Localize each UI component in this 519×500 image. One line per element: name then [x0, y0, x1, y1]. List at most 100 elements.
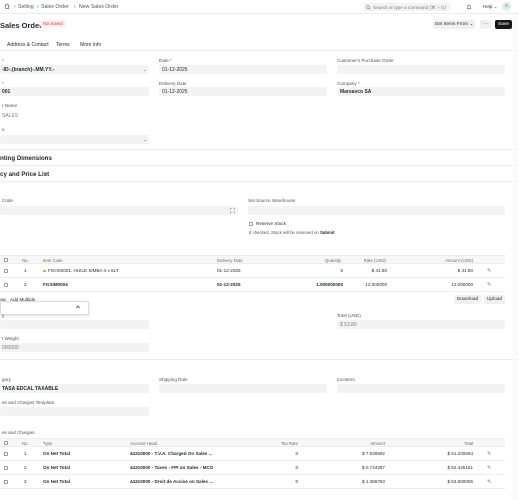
help-dropdown[interactable]: Help ⌄ — [483, 4, 498, 10]
col-rate: Rate (USD) — [363, 258, 386, 263]
breadcrumb-selling[interactable]: Selling — [18, 4, 34, 10]
row-checkbox[interactable] — [4, 466, 8, 470]
row-quantity[interactable]: 5 — [300, 268, 343, 273]
edit-row-icon[interactable]: ✎ — [487, 268, 491, 274]
chevron-down-icon[interactable]: ⌄ — [44, 154, 48, 160]
chevron-down-icon: ⌄ — [143, 66, 147, 72]
series-select[interactable]: -ID-.{branch}-.MM.YY.- ⌄ — [0, 65, 149, 74]
breadcrumb-sales-order[interactable]: Sales Order — [41, 4, 69, 10]
incoterm-input[interactable] — [337, 384, 505, 393]
row-checkbox[interactable] — [4, 269, 8, 273]
bell-icon[interactable] — [466, 4, 472, 12]
date-value: 01-12-2025 — [162, 67, 188, 73]
tab-terms[interactable]: Terms — [56, 42, 70, 48]
col-no: No. — [22, 258, 29, 263]
row-item-code[interactable]: FGSIM0004 — [43, 282, 68, 287]
table-row[interactable]: 3 On Net Total 44310000 - Droit de Accis… — [0, 475, 505, 489]
row-amount: $ 7.530692 — [362, 451, 385, 456]
incoterm-label: Incoterm — [337, 377, 355, 382]
avatar[interactable]: A — [502, 2, 511, 11]
row-total: $ 53.800005 — [447, 479, 473, 484]
company-value: Marsavco SA — [340, 89, 372, 95]
source-warehouse-input[interactable] — [248, 206, 505, 215]
col-type: Type — [43, 441, 53, 446]
stock-indicator-icon — [43, 269, 46, 272]
row-type[interactable]: On Net Total — [43, 465, 70, 470]
row-account-head[interactable]: 44310000 - T.V.A. Charged On Sales ... — [130, 451, 213, 456]
chevron-down-icon: ⌄ — [469, 22, 474, 27]
add-multiple-dropdown[interactable] — [0, 301, 89, 315]
save-button[interactable]: Save — [495, 20, 512, 29]
row-no: 2 — [24, 465, 27, 470]
row-checkbox[interactable] — [4, 480, 8, 484]
chevron-right-icon: › — [37, 4, 39, 10]
page-title: Sales Order — [0, 21, 43, 30]
table-row[interactable]: 2 FGSIM0004 01-12-2025 1.000000000 12.00… — [0, 278, 505, 292]
edit-row-icon[interactable]: ✎ — [487, 479, 491, 485]
delivery-date-value: 01-12-2025 — [162, 89, 188, 95]
total-qty-field — [0, 320, 149, 329]
more-actions-button[interactable]: ··· — [480, 20, 491, 29]
upload-button[interactable]: Upload — [484, 295, 505, 304]
edit-row-icon[interactable]: ✎ — [487, 451, 491, 457]
customer-name-label: r Name — [2, 103, 18, 108]
edit-row-icon[interactable]: ✎ — [487, 465, 491, 471]
download-button[interactable]: Download — [454, 295, 481, 304]
row-checkbox[interactable] — [4, 283, 8, 287]
row-tax-rate[interactable]: 0 — [260, 465, 298, 470]
barcode-scan-icon[interactable] — [230, 207, 235, 215]
company-input[interactable]: Marsavco SA — [337, 87, 505, 96]
search-input[interactable]: Search or type a command (⌘ + G) — [363, 3, 451, 11]
table-row[interactable]: 1 On Net Total 44310000 - T.V.A. Charged… — [0, 447, 505, 461]
taxes-template-input[interactable] — [0, 407, 149, 416]
tax-category-input[interactable]: TASA EDCAL TAXABLE — [0, 384, 149, 393]
tab-more-info[interactable]: More Info — [80, 42, 101, 48]
table-row[interactable]: 1 FGHS0001: HUILE SIMBA 4 x 5LT 01-12-20… — [0, 264, 505, 278]
shipping-rule-input[interactable] — [159, 384, 327, 393]
row-tax-rate[interactable]: 0 — [260, 451, 298, 456]
home-icon[interactable] — [4, 3, 10, 9]
row-item-code[interactable]: FGHS0001: HUILE SIMBA 4 x 5LT — [48, 268, 119, 273]
scan-barcode-label: Code — [2, 198, 13, 203]
row-amount: $ 1.356763 — [362, 479, 385, 484]
row-type[interactable]: On Net Total — [43, 451, 70, 456]
row-rate[interactable]: $ 41.80 — [345, 268, 387, 273]
chevron-down-icon[interactable]: ⌄ — [44, 170, 48, 176]
row-amount: $ 41.80 — [457, 268, 473, 273]
row-account-head[interactable]: 44310000 - Taxes - FPI on Sales - MCO — [130, 465, 213, 470]
col-tax-rate: Tax Rate — [281, 441, 298, 446]
currency-price-list-section[interactable]: cy and Price List — [0, 171, 49, 178]
customer-input[interactable]: 001 — [0, 87, 149, 96]
row-rate[interactable]: 12.000000 — [345, 282, 387, 287]
edit-row-icon[interactable]: ✎ — [487, 282, 491, 288]
table-row[interactable]: 2 On Net Total 44310000 - Taxes - FPI on… — [0, 461, 505, 475]
row-tax-rate[interactable]: 0 — [260, 479, 298, 484]
help-label: Help — [483, 4, 493, 9]
tab-address-contact[interactable]: Address & Contact — [7, 42, 49, 48]
get-items-from-button[interactable]: Get Items From ⌄ — [433, 20, 475, 29]
select-all-checkbox[interactable] — [4, 441, 8, 445]
row-account-head[interactable]: 44310000 - Droit de Accise on Sales ... — [130, 479, 213, 484]
scan-barcode-input[interactable] — [0, 206, 238, 215]
source-warehouse-label: Set Source Warehouse — [248, 198, 296, 203]
delivery-date-input[interactable]: 01-12-2025 — [159, 87, 327, 96]
row-delivery-date[interactable]: 01-12-2025 — [217, 282, 241, 287]
row-type[interactable]: On Net Total — [43, 479, 70, 484]
row-quantity[interactable]: 1.000000000 — [290, 282, 343, 287]
reserve-stock-checkbox[interactable] — [249, 222, 253, 226]
reserve-stock-label: Reserve Stock — [256, 221, 286, 226]
vertical-scrollbar[interactable] — [513, 14, 517, 500]
customer-po-input[interactable] — [337, 65, 505, 74]
select-all-checkbox[interactable] — [4, 258, 8, 262]
order-type-select[interactable]: ⌄ — [0, 135, 149, 144]
date-input[interactable]: 01-12-2025 — [159, 65, 327, 74]
col-amount: Amount — [370, 441, 385, 446]
net-weight-label: t Weight — [2, 336, 19, 341]
row-delivery-date[interactable]: 01-12-2025 — [217, 268, 241, 273]
date-label: Date * — [159, 58, 172, 63]
section-divider — [0, 359, 519, 360]
row-no: 3 — [24, 479, 27, 484]
row-checkbox[interactable] — [4, 452, 8, 456]
navbar: › Selling › Sales Order › New Sales Orde… — [0, 0, 519, 14]
tax-category-value: TASA EDCAL TAXABLE — [2, 386, 59, 392]
